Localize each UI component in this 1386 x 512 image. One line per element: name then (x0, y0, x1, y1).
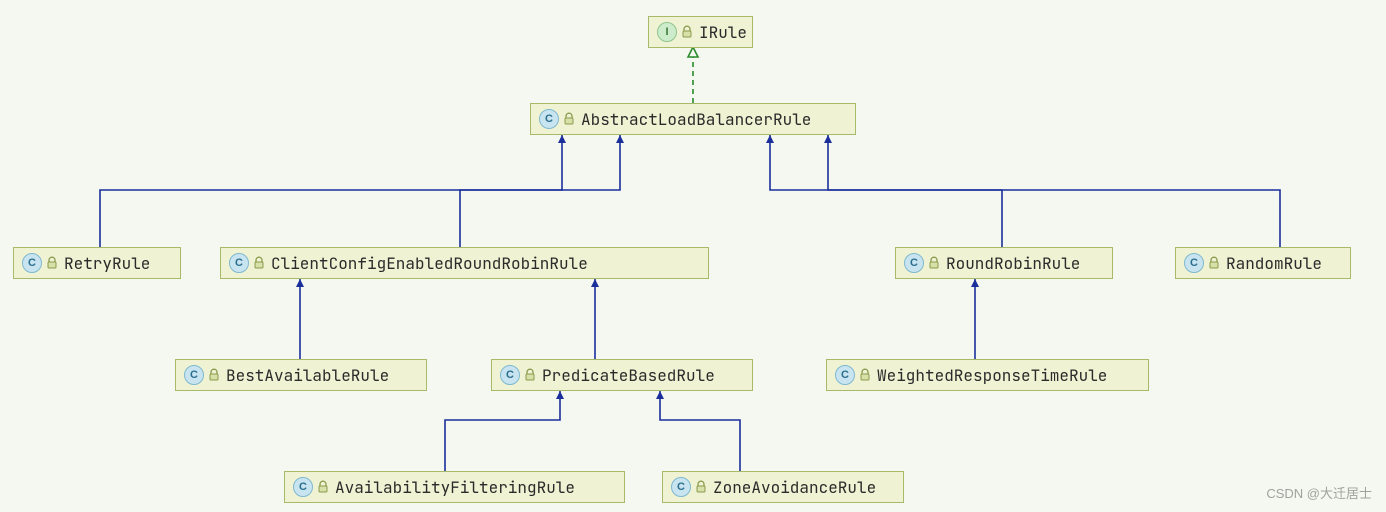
node-label: PredicateBasedRule (542, 365, 715, 386)
node-zoneavoidancerule: C ZoneAvoidanceRule (662, 471, 904, 503)
interface-icon: I (657, 22, 677, 42)
node-roundrobinrule: C RoundRobinRule (895, 247, 1113, 279)
lock-icon (681, 25, 693, 39)
node-label: RetryRule (64, 253, 150, 274)
lock-icon (695, 480, 707, 494)
node-abstractloadbalancerrule: C AbstractLoadBalancerRule (530, 103, 856, 135)
node-label: IRule (699, 22, 747, 43)
node-label: RoundRobinRule (946, 253, 1080, 274)
node-label: ClientConfigEnabledRoundRobinRule (271, 253, 588, 274)
lock-icon (46, 256, 58, 270)
lock-icon (524, 368, 536, 382)
lock-icon (859, 368, 871, 382)
class-icon: C (184, 365, 204, 385)
lock-icon (1208, 256, 1220, 270)
class-icon: C (1184, 253, 1204, 273)
class-icon: C (293, 477, 313, 497)
node-irule: I IRule (648, 16, 753, 48)
node-clientconfigenabledroundrobinrule: C ClientConfigEnabledRoundRobinRule (220, 247, 709, 279)
class-icon: C (671, 477, 691, 497)
node-label: BestAvailableRule (226, 365, 389, 386)
node-label: AvailabilityFilteringRule (335, 477, 575, 498)
class-icon: C (904, 253, 924, 273)
node-bestavailablerule: C BestAvailableRule (175, 359, 427, 391)
node-label: RandomRule (1226, 253, 1322, 274)
class-icon: C (22, 253, 42, 273)
node-retryrule: C RetryRule (13, 247, 181, 279)
node-label: WeightedResponseTimeRule (877, 365, 1107, 386)
node-label: AbstractLoadBalancerRule (581, 109, 811, 130)
node-randomrule: C RandomRule (1175, 247, 1351, 279)
node-weightedresponsetimerule: C WeightedResponseTimeRule (826, 359, 1149, 391)
lock-icon (563, 112, 575, 126)
node-predicatebasedrule: C PredicateBasedRule (491, 359, 753, 391)
class-icon: C (835, 365, 855, 385)
class-icon: C (500, 365, 520, 385)
node-availabilityfilteringrule: C AvailabilityFilteringRule (284, 471, 625, 503)
class-icon: C (539, 109, 559, 129)
lock-icon (208, 368, 220, 382)
lock-icon (928, 256, 940, 270)
class-icon: C (229, 253, 249, 273)
lock-icon (317, 480, 329, 494)
node-label: ZoneAvoidanceRule (713, 477, 876, 498)
watermark: CSDN @大迁居士 (1266, 483, 1372, 502)
lock-icon (253, 256, 265, 270)
